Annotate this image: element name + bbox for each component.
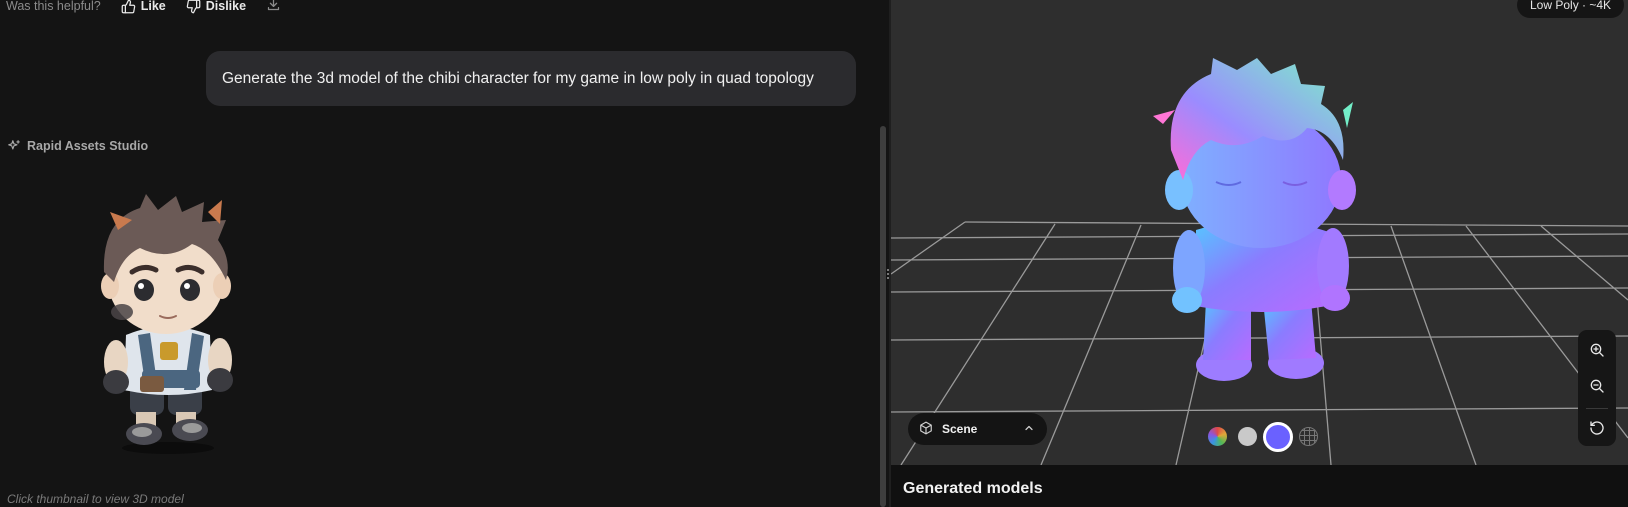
cube-icon	[919, 421, 933, 438]
chevron-up-icon	[1023, 422, 1035, 437]
generated-models-panel: Generated models	[891, 465, 1628, 507]
controls-separator	[1586, 408, 1608, 409]
thumbs-up-icon	[121, 0, 135, 13]
scene-dropdown[interactable]: Scene	[908, 413, 1047, 445]
like-button[interactable]: Like	[121, 0, 166, 14]
chibi-character-image	[101, 194, 233, 454]
chat-panel: Was this helpful? Like Dislike Generate …	[0, 0, 890, 507]
viewport-canvas[interactable]	[891, 0, 1628, 465]
dislike-button[interactable]: Dislike	[186, 0, 246, 14]
material-color-button[interactable]	[1208, 427, 1227, 446]
character-model	[1153, 58, 1356, 381]
user-message-bubble: Generate the 3d model of the chibi chara…	[206, 51, 856, 106]
zoom-out-button[interactable]	[1578, 368, 1616, 404]
like-label: Like	[140, 0, 166, 13]
dislike-label: Dislike	[205, 0, 247, 13]
generated-models-title: Generated models	[903, 480, 1043, 497]
thumbnail-hint: Click thumbnail to view 3D model	[7, 492, 184, 506]
download-button[interactable]	[266, 0, 281, 15]
sparkle-icon	[8, 140, 20, 150]
user-message-text: Generate the 3d model of the chibi chara…	[222, 69, 814, 87]
model-thumbnail[interactable]	[80, 190, 260, 460]
zoom-in-button[interactable]	[1578, 332, 1616, 368]
reset-view-button[interactable]	[1578, 410, 1616, 446]
chat-scrollbar[interactable]	[880, 126, 886, 507]
scene-label: Scene	[942, 422, 978, 436]
model-viewer[interactable]: Low Poly · ~4K Scene	[891, 0, 1628, 465]
assistant-name: Rapid Assets Studio	[27, 139, 149, 153]
download-icon	[267, 0, 280, 11]
reset-view-icon	[1590, 421, 1604, 435]
feedback-bar: Was this helpful? Like Dislike	[6, 0, 281, 14]
quality-badge: Low Poly · ~4K	[1517, 0, 1625, 18]
assistant-header: Rapid Assets Studio	[7, 139, 148, 153]
zoom-in-icon	[1590, 343, 1604, 357]
zoom-out-icon	[1590, 379, 1604, 393]
material-wireframe-button[interactable]	[1299, 427, 1318, 446]
material-clay-button[interactable]	[1238, 427, 1257, 446]
material-normal-button[interactable]	[1263, 422, 1293, 452]
feedback-question: Was this helpful?	[6, 0, 101, 13]
view-controls	[1578, 330, 1616, 446]
thumbs-down-icon	[186, 0, 201, 13]
